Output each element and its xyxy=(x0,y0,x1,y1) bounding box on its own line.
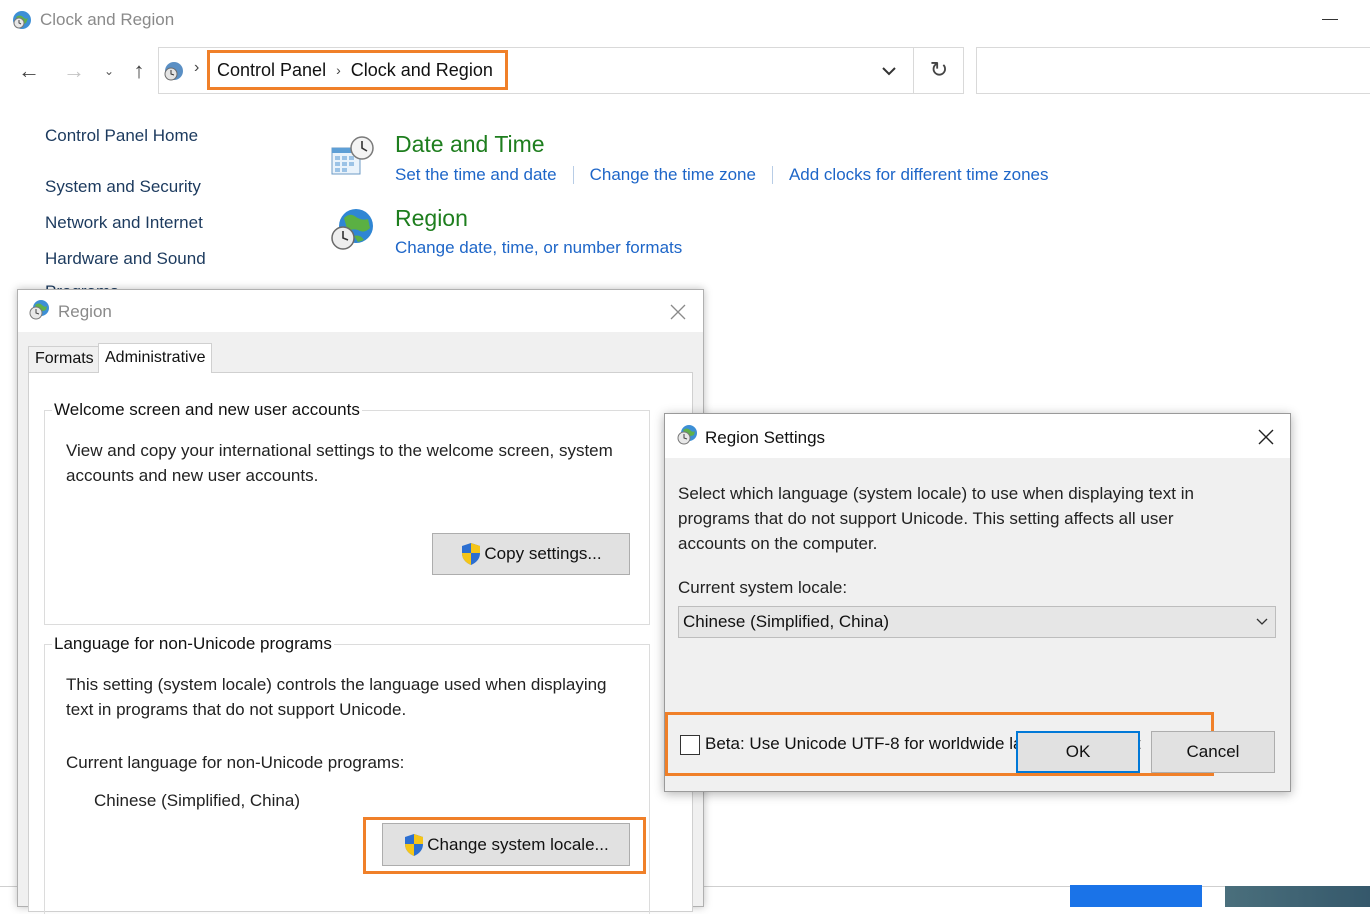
divider xyxy=(771,166,773,184)
current-language-label: Current language for non-Unicode program… xyxy=(66,753,405,772)
title-bar: Clock and Region xyxy=(0,0,1370,40)
copy-settings-button[interactable]: Copy settings... xyxy=(432,533,630,575)
dialog-description: Select which language (system locale) to… xyxy=(678,484,1194,553)
category-title-region[interactable]: Region xyxy=(395,205,468,232)
ok-button[interactable]: OK xyxy=(1016,731,1140,773)
breadcrumb: Control Panel › Clock and Region xyxy=(207,50,508,90)
region-dialog: Region Formats Administrative Welcome sc… xyxy=(17,289,704,914)
category-links-region: Change date, time, or number formats xyxy=(395,238,682,258)
dialog-title: Region xyxy=(58,302,112,321)
category-title-date-and-time[interactable]: Date and Time xyxy=(395,131,545,158)
dialog-body: Select which language (system locale) to… xyxy=(665,458,1290,791)
globe-clock-icon xyxy=(677,425,697,445)
group-label: Welcome screen and new user accounts xyxy=(52,400,362,420)
search-input[interactable] xyxy=(976,47,1370,94)
link-change-time-zone[interactable]: Change the time zone xyxy=(590,165,756,185)
breadcrumb-separator: › xyxy=(194,59,200,76)
breadcrumb-separator[interactable]: › xyxy=(336,62,341,78)
link-change-formats[interactable]: Change date, time, or number formats xyxy=(395,238,682,258)
utf8-checkbox[interactable] xyxy=(680,735,700,755)
uac-shield-icon xyxy=(405,833,424,856)
close-icon[interactable] xyxy=(668,302,688,322)
forward-arrow-icon[interactable]: → xyxy=(60,56,88,86)
globe-clock-icon[interactable] xyxy=(328,206,376,254)
dialog-title-bar: Region xyxy=(18,290,703,332)
chevron-down-icon[interactable] xyxy=(875,58,903,84)
tab-formats[interactable]: Formats xyxy=(28,346,99,373)
sidebar-item-control-panel-home[interactable]: Control Panel Home xyxy=(45,126,198,146)
minimize-button[interactable] xyxy=(1320,6,1340,30)
back-arrow-icon[interactable]: ← xyxy=(15,56,43,86)
uac-shield-icon xyxy=(462,543,481,565)
sidebar-item-system-and-security[interactable]: System and Security xyxy=(45,177,201,197)
category-links-date-and-time: Set the time and date Change the time zo… xyxy=(395,165,1049,185)
up-arrow-icon[interactable]: ↑ xyxy=(125,56,153,86)
breadcrumb-control-panel[interactable]: Control Panel xyxy=(217,60,326,81)
control-panel-icon xyxy=(164,62,183,81)
address-bar[interactable]: › Control Panel › Clock and Region ↻ xyxy=(158,47,964,94)
system-locale-label: Current system locale: xyxy=(678,578,848,597)
sidebar-item-network-and-internet[interactable]: Network and Internet xyxy=(45,213,203,233)
close-icon[interactable] xyxy=(1256,427,1276,447)
system-locale-value: Chinese (Simplified, China) xyxy=(683,612,889,631)
tab-administrative[interactable]: Administrative xyxy=(98,343,212,373)
cancel-button[interactable]: Cancel xyxy=(1151,731,1275,773)
calendar-clock-icon[interactable] xyxy=(328,134,376,182)
group-non-unicode: Language for non-Unicode programs This s… xyxy=(44,634,650,914)
divider xyxy=(913,48,914,93)
taskbar-button[interactable] xyxy=(1070,885,1202,907)
divider xyxy=(572,166,574,184)
desktop-background xyxy=(1225,886,1370,907)
region-settings-dialog: Region Settings Select which language (s… xyxy=(664,413,1291,792)
refresh-icon[interactable]: ↻ xyxy=(925,56,953,84)
group-label: Language for non-Unicode programs xyxy=(52,634,334,654)
dialog-title: Region Settings xyxy=(705,428,826,447)
current-language-value: Chinese (Simplified, China) xyxy=(94,791,300,810)
globe-clock-icon xyxy=(29,300,49,320)
window-title: Clock and Region xyxy=(40,10,175,29)
change-system-locale-button[interactable]: Change system locale... xyxy=(382,823,630,866)
sidebar-item-hardware-and-sound[interactable]: Hardware and Sound xyxy=(45,249,206,269)
group-welcome-screen: Welcome screen and new user accounts Vie… xyxy=(44,400,650,625)
control-panel-globe-icon xyxy=(13,11,31,29)
link-set-time-and-date[interactable]: Set the time and date xyxy=(395,165,557,185)
link-add-clocks[interactable]: Add clocks for different time zones xyxy=(789,165,1049,185)
system-locale-select[interactable]: Chinese (Simplified, China) xyxy=(678,606,1276,638)
button-label: Copy settings... xyxy=(484,544,602,563)
group-description: View and copy your international setting… xyxy=(66,441,613,485)
dialog-title-bar: Region Settings xyxy=(665,414,1290,458)
chevron-down-icon xyxy=(1256,618,1268,625)
button-label: Change system locale... xyxy=(427,834,609,854)
tab-panel-administrative: Welcome screen and new user accounts Vie… xyxy=(28,372,693,914)
recent-locations-chevron-icon[interactable]: ⌄ xyxy=(100,56,118,86)
group-description: This setting (system locale) controls th… xyxy=(66,675,607,719)
breadcrumb-clock-and-region[interactable]: Clock and Region xyxy=(351,60,493,81)
